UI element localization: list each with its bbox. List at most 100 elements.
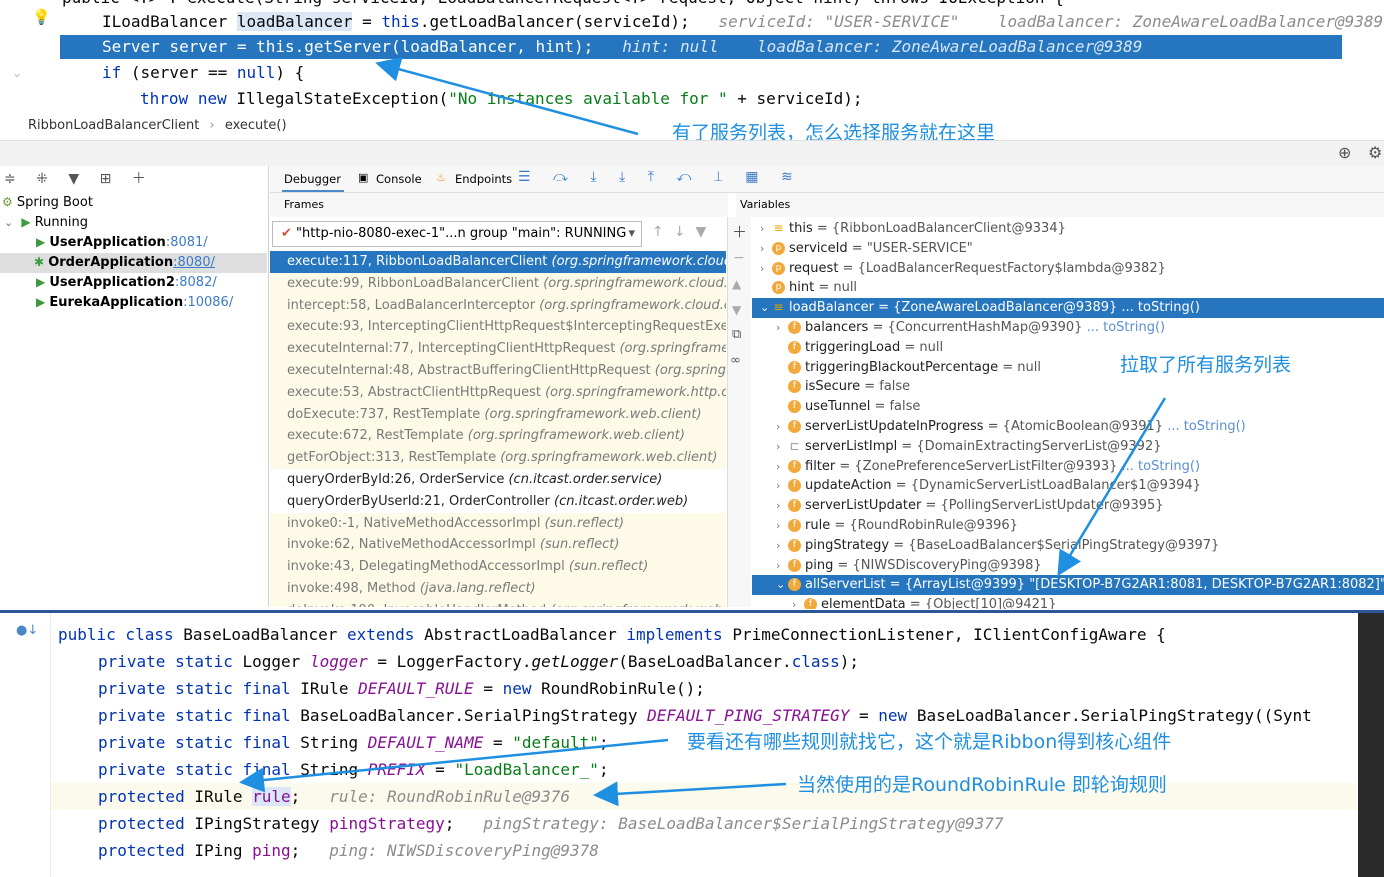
editor-scrollbar[interactable] — [1358, 613, 1384, 877]
code-line-class-decl: public class BaseLoadBalancer extends Ab… — [58, 625, 1166, 644]
frame-item[interactable]: execute:93, InterceptingClientHttpReques… — [270, 316, 726, 339]
variable-row[interactable]: › f elementData = {Object[10]@9421} — [752, 595, 1384, 609]
settings-icon[interactable]: ⊕ — [1338, 143, 1351, 162]
thread-selector[interactable]: ✔ "http-nio-8080-exec-1"...n group "main… — [272, 221, 642, 247]
service-user-application2[interactable]: ▶ UserApplication2:8082/ — [36, 275, 217, 290]
tree-spring-boot[interactable]: ⚙ Spring Boot — [2, 195, 93, 210]
variable-row[interactable]: › f updateAction = {DynamicServerListLoadB… — [752, 476, 1384, 496]
expand-chevron-icon[interactable]: › — [776, 457, 788, 477]
frames-side-toolbar: ＋ − ▲ ▼ ⧉ ∞ — [727, 217, 751, 607]
copy-icon[interactable]: ⧉ — [732, 327, 741, 342]
expand-chevron-icon[interactable]: › — [776, 417, 788, 437]
variable-type-icon: p — [772, 281, 785, 295]
variable-row[interactable]: f useTunnel = false — [752, 397, 1384, 417]
expand-chevron-icon[interactable]: › — [776, 318, 788, 338]
minus-icon[interactable]: − — [733, 250, 745, 266]
variable-row[interactable]: ⌄ f allServerList = {ArrayList@9399} "[DES… — [752, 575, 1384, 596]
code-line-default-name: private static final String DEFAULT_NAME… — [98, 733, 609, 752]
tree-running[interactable]: ⌄ ▶ Running — [4, 215, 88, 230]
annotation-bottom-2: 当然使用的是RoundRobinRule 即轮询规则 — [797, 774, 1167, 796]
service-order-application[interactable]: ✱ OrderApplication:8080/ — [34, 255, 215, 270]
code-line-ping-strategy-field: protected IPingStrategy pingStrategy; pi… — [98, 814, 1004, 833]
tab-console[interactable]: Console — [376, 172, 422, 186]
variable-row[interactable]: › f rule = {RoundRobinRule@9396} — [752, 516, 1384, 536]
editor-gutter: ●↓ — [0, 613, 51, 877]
frame-item[interactable]: execute:53, AbstractClientHttpRequest (o… — [270, 381, 726, 404]
frame-item[interactable]: doInvoke:190, InvocableHandlerMethod (or… — [270, 599, 726, 607]
expand-chevron-icon[interactable]: › — [776, 496, 788, 516]
implements-icon[interactable]: ●↓ — [16, 623, 38, 638]
code-line-getserver-current[interactable]: Server server = this.getServer(loadBalan… — [60, 35, 1342, 59]
breadcrumb-method[interactable]: execute() — [225, 118, 287, 133]
frame-item[interactable]: queryOrderByUserId:21, OrderController (… — [270, 490, 726, 513]
tab-debugger[interactable]: Debugger — [284, 172, 341, 186]
step-buttons[interactable]: ☰ ⤼ ⤓ ⤓ ⤒ ⤺ ⟂ ▦ ≋ — [518, 169, 802, 185]
variable-type-icon: f — [788, 419, 801, 433]
service-user-application[interactable]: ▶ UserApplication:8081/ — [36, 235, 208, 250]
frame-item[interactable]: invoke0:-1, NativeMethodAccessorImpl (su… — [270, 512, 726, 535]
frame-item[interactable]: invoke:62, NativeMethodAccessorImpl (sun… — [270, 534, 726, 557]
variable-row[interactable]: ⌄ ≡ loadBalancer = {ZoneAwareLoadBalancer@… — [752, 298, 1384, 318]
frame-item[interactable]: intercept:58, LoadBalancerInterceptor (o… — [270, 294, 726, 317]
expand-chevron-icon[interactable]: › — [776, 516, 788, 536]
services-panel: ≑ ⁜ ▼ ⊞ ＋ ⚙ Spring Boot ⌄ ▶ Running ▶ Us… — [0, 166, 269, 606]
add-icon[interactable]: ＋ — [732, 221, 747, 242]
code-line-logger: private static Logger logger = LoggerFac… — [98, 652, 860, 671]
expand-chevron-icon[interactable]: ⌄ — [776, 575, 788, 595]
expand-chevron-icon[interactable]: ⌄ — [760, 298, 772, 318]
expand-chevron-icon[interactable]: › — [776, 556, 788, 576]
frame-item[interactable]: execute:117, RibbonLoadBalancerClient (o… — [270, 251, 726, 273]
frame-item[interactable]: executeInternal:48, AbstractBufferingCli… — [270, 359, 726, 382]
glasses-icon[interactable]: ∞ — [730, 353, 741, 368]
expand-chevron-icon[interactable]: › — [776, 437, 788, 457]
breadcrumb-class[interactable]: RibbonLoadBalancerClient — [28, 118, 199, 133]
frame-item[interactable]: getForObject:313, RestTemplate (org.spri… — [270, 447, 726, 469]
frame-nav-buttons[interactable]: ↑↓▼ — [652, 224, 716, 240]
code-line-getloadbalancer: ILoadBalancer loadBalancer = this.getLoa… — [102, 12, 1384, 31]
down-icon[interactable]: ▼ — [732, 303, 741, 317]
variable-row[interactable]: › f balancers = {ConcurrentHashMap@9390} .… — [752, 318, 1384, 338]
variable-type-icon: f — [788, 320, 801, 334]
variable-row[interactable]: › p request = {LoadBalancerRequestFactory$… — [752, 259, 1384, 279]
frame-item[interactable]: invoke:43, DelegatingMethodAccessorImpl … — [270, 556, 726, 578]
variable-row[interactable]: › f filter = {ZonePreferenceServerListFilt… — [752, 457, 1384, 477]
frame-item[interactable]: queryOrderById:26, OrderService (cn.itca… — [270, 468, 726, 491]
variable-row[interactable]: p hint = null — [752, 278, 1384, 298]
frame-item[interactable]: execute:672, RestTemplate (org.springfra… — [270, 425, 726, 448]
frame-item[interactable]: invoke:498, Method (java.lang.reflect) — [270, 577, 726, 600]
up-icon[interactable]: ▲ — [732, 277, 741, 291]
expand-chevron-icon[interactable]: › — [760, 219, 772, 239]
frames-list[interactable]: execute:117, RibbonLoadBalancerClient (o… — [270, 251, 726, 607]
debugger-tab-bar: Debugger ▣ Console ♨ Endpoints ☰ ⤼ ⤓ ⤓ ⤒… — [270, 166, 1384, 193]
variable-type-icon: f — [788, 538, 801, 552]
variable-row[interactable]: › ≡ this = {RibbonLoadBalancerClient@9334} — [752, 219, 1384, 239]
service-eureka-application[interactable]: ▶ EurekaApplication:10086/ — [36, 295, 233, 310]
variable-row[interactable]: › f ping = {NIWSDiscoveryPing@9398} — [752, 556, 1384, 576]
variable-row[interactable]: › f pingStrategy = {BaseLoadBalancer$Seria… — [752, 536, 1384, 556]
gear-icon[interactable]: ⚙ — [1368, 143, 1382, 162]
loadbalancer-variable[interactable]: loadBalancer — [236, 12, 353, 31]
frame-item[interactable]: execute:99, RibbonLoadBalancerClient (or… — [270, 272, 726, 295]
variable-type-icon: f — [788, 400, 801, 414]
variable-type-icon: f — [788, 499, 801, 513]
expand-chevron-icon[interactable]: › — [760, 259, 772, 279]
expand-chevron-icon[interactable]: › — [776, 536, 788, 556]
tab-endpoints[interactable]: Endpoints — [455, 172, 512, 186]
variable-row[interactable]: › f serverListUpdateInProgress = {AtomicBo… — [752, 417, 1384, 437]
services-toolbar-icons[interactable]: ≑ ⁜ ▼ ⊞ ＋ — [4, 168, 154, 188]
spring-boot-icon: ⚙ — [2, 195, 13, 209]
top-code-editor[interactable]: 💡 ⌄ public <T> T execute(String serviceI… — [0, 0, 1384, 112]
variable-type-icon: f — [788, 459, 801, 473]
expand-chevron-icon[interactable]: › — [760, 239, 772, 259]
variable-row[interactable]: › ⊏ serverListImpl = {DomainExtractingServ… — [752, 437, 1384, 457]
frame-item[interactable]: doExecute:737, RestTemplate (org.springf… — [270, 403, 726, 426]
variable-row[interactable]: › p serviceId = "USER-SERVICE" — [752, 239, 1384, 259]
active-tab-underline — [282, 190, 344, 192]
expand-chevron-icon[interactable]: › — [792, 595, 804, 609]
rule-field[interactable]: rule — [252, 787, 291, 806]
variables-tree[interactable]: › ≡ this = {RibbonLoadBalancerClient@9334}… — [752, 219, 1384, 609]
variable-row[interactable]: › f serverListUpdater = {PollingServerList… — [752, 496, 1384, 516]
variable-row[interactable]: f isSecure = false — [752, 377, 1384, 397]
frame-item[interactable]: executeInternal:77, InterceptingClientHt… — [270, 338, 726, 360]
expand-chevron-icon[interactable]: › — [776, 476, 788, 496]
